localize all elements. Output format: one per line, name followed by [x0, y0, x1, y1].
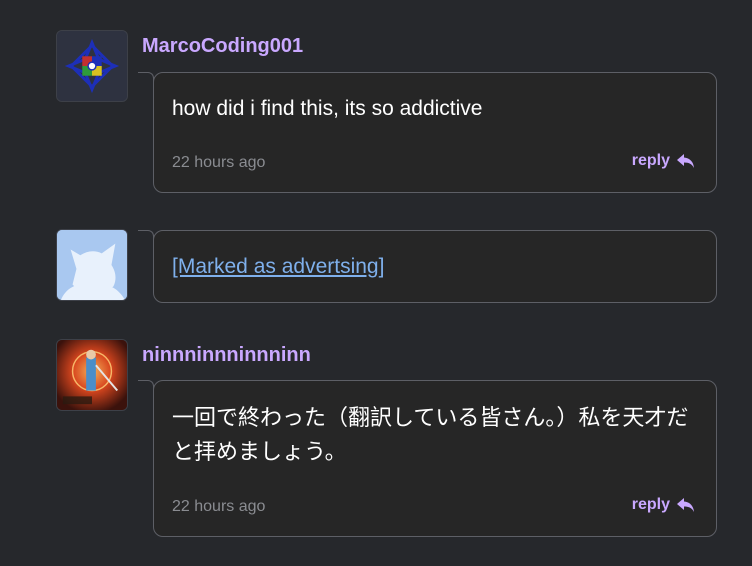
- avatar[interactable]: [56, 339, 128, 411]
- ad-notice: [Marked as advertsing]: [172, 251, 698, 283]
- comment-text: 一回で終わった（翻訳している皆さん。）私を天才だと拝めましょう。: [172, 405, 689, 464]
- username[interactable]: ninnninnninnninn: [142, 342, 311, 368]
- timestamp: 22 hours ago: [172, 154, 266, 171]
- reply-button[interactable]: reply: [632, 152, 696, 170]
- bubble-notch: [138, 230, 154, 240]
- timestamp: 22 hours ago: [172, 498, 266, 515]
- cat-avatar-icon: [57, 230, 127, 300]
- reply-arrow-icon: [677, 154, 694, 168]
- bubble-notch: [138, 72, 154, 82]
- character-avatar-icon: [57, 340, 127, 410]
- username[interactable]: MarcoCoding001: [142, 33, 303, 59]
- avatar[interactable]: [56, 229, 128, 301]
- marked-as-advertising-link[interactable]: [Marked as advertsing]: [172, 255, 384, 278]
- geometric-logo-icon: [57, 31, 127, 101]
- comment-bubble: 一回で終わった（翻訳している皆さん。）私を天才だと拝めましょう。 22 hour…: [138, 380, 717, 537]
- avatar[interactable]: [56, 30, 128, 102]
- reply-arrow-icon: [677, 498, 694, 512]
- comment-text: how did i find this, its so addictive: [172, 97, 483, 120]
- reply-label: reply: [631, 496, 670, 513]
- comment-bubble: how did i find this, its so addictive 22…: [138, 72, 717, 193]
- reply-label: reply: [631, 152, 670, 169]
- bubble-notch: [138, 380, 154, 390]
- comment-bubble: [Marked as advertsing]: [138, 230, 717, 303]
- reply-button[interactable]: reply: [632, 496, 696, 514]
